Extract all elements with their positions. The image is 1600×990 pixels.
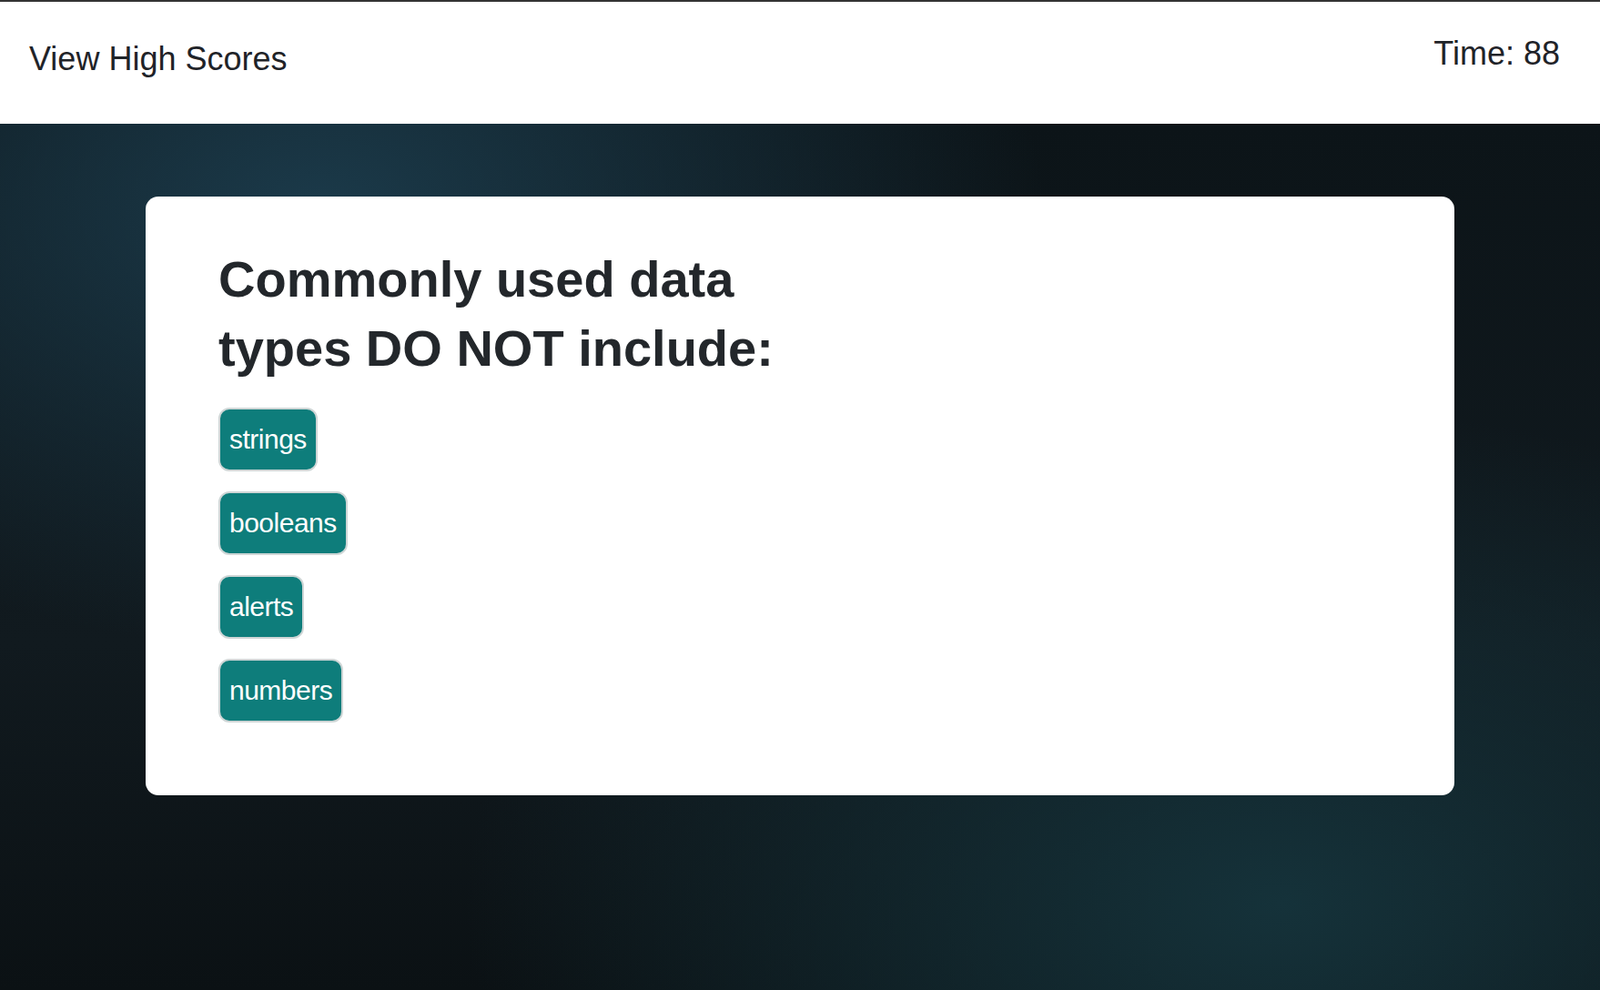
question-title: Commonly used data types DO NOT include: [218, 244, 874, 383]
top-bar: View High Scores Time: 88 [0, 0, 1600, 124]
choice-button[interactable]: booleans [218, 491, 348, 556]
choice-button[interactable]: alerts [218, 575, 304, 639]
choice-button[interactable]: strings [218, 407, 318, 472]
code-background: Commonly used data types DO NOT include:… [0, 123, 1600, 990]
question-card: Commonly used data types DO NOT include:… [145, 196, 1455, 796]
choice-list: strings booleans alerts numbers [218, 407, 1400, 723]
high-scores-link[interactable]: View High Scores [29, 34, 287, 79]
timer: Time: 88 [1433, 34, 1560, 73]
quiz-page: View High Scores Time: 88 Commonly used da… [0, 0, 1600, 990]
choice-button[interactable]: numbers [218, 658, 344, 723]
